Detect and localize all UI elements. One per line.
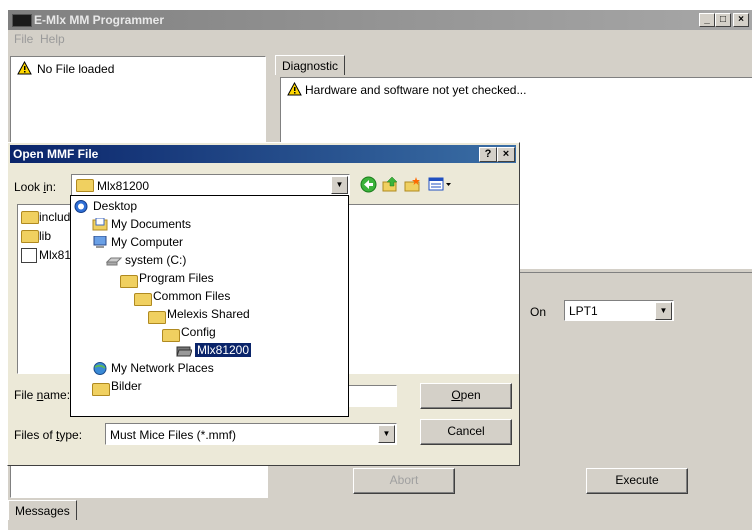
dialog-close-button[interactable]: × [497,147,515,162]
filetype-value: Must Mice Files (*.mmf) [110,428,236,442]
folder-icon [92,380,110,396]
file-status-panel: No File loaded [10,56,266,148]
lookin-select[interactable]: Mlx81200 ▼ [71,174,350,196]
help-button[interactable]: ? [479,147,497,162]
desktop-icon [74,200,90,214]
dropdown-item-config[interactable]: Config [162,324,216,342]
dropdown-item-common-files[interactable]: Common Files [134,288,230,306]
lookin-label: Look in: [14,180,57,194]
app-icon [12,14,32,27]
list-item[interactable]: lib [21,229,51,244]
port-select[interactable]: LPT1 ▼ [564,300,674,321]
up-folder-icon[interactable] [382,176,399,196]
menubar: File Help [8,30,752,46]
list-item[interactable]: include [21,210,77,225]
computer-icon [92,235,108,249]
open-button[interactable]: Open [420,383,512,409]
filename-label: File name: [14,388,71,402]
tab-diagnostic[interactable]: Diagnostic [275,55,346,75]
main-window-title: E-Mlx MM Programmer [34,13,165,27]
menu-help[interactable]: Help [40,32,65,46]
chevron-down-icon[interactable]: ▼ [378,425,395,443]
new-folder-icon[interactable] [404,176,421,196]
dropdown-item-system-c[interactable]: system (C:) [105,252,186,269]
cancel-button[interactable]: Cancel [420,419,512,445]
dropdown-item-mlx81200[interactable]: Mlx81200 [176,342,252,359]
execute-button[interactable]: Execute [586,468,688,494]
dropdown-item-program-files[interactable]: Program Files [120,270,214,288]
filename-input[interactable] [348,385,397,407]
lookin-folder-icon [76,178,94,193]
filetype-select[interactable]: Must Mice Files (*.mmf) ▼ [105,423,397,445]
close-button[interactable]: × [733,13,749,27]
list-item[interactable]: Mlx81 [21,248,71,263]
dropdown-item-melexis-shared[interactable]: Melexis Shared [148,306,250,324]
dropdown-item-my-documents[interactable]: My Documents [92,216,191,233]
minimize-button[interactable]: _ [699,13,715,27]
chevron-down-icon[interactable]: ▼ [331,176,348,194]
abort-button[interactable]: Abort [353,468,455,494]
network-icon [92,362,108,376]
port-label: On [530,305,547,319]
lookin-value: Mlx81200 [97,179,150,193]
dialog-titlebar[interactable]: Open MMF File ? × [10,145,516,163]
folder-icon [148,308,166,324]
warning-icon [17,61,32,75]
main-titlebar[interactable]: E-Mlx MM Programmer _ □ × [8,10,752,30]
lookin-dropdown[interactable]: Desktop My Documents My Computer system … [70,195,349,417]
menu-file[interactable]: File [14,32,33,46]
dropdown-item-my-computer[interactable]: My Computer [92,234,183,251]
dialog-title: Open MMF File [13,147,99,161]
filetype-label: Files of type: [14,428,83,442]
diagnostic-message: Hardware and software not yet checked... [305,83,527,97]
dropdown-item-my-network-places[interactable]: My Network Places [92,360,214,377]
folder-icon [120,272,138,288]
documents-icon [92,217,108,231]
dropdown-item-bilder[interactable]: Bilder [92,378,142,396]
file-icon [21,248,37,263]
back-icon[interactable] [360,176,377,196]
maximize-button[interactable]: □ [715,13,731,27]
chevron-down-icon[interactable]: ▼ [655,302,672,320]
tab-messages[interactable]: Messages [8,500,77,520]
drive-icon [105,254,123,267]
port-select-value: LPT1 [569,304,598,318]
warning-icon [287,82,302,96]
dropdown-item-desktop[interactable]: Desktop [74,198,137,215]
folder-icon [134,290,152,306]
file-status-text: No File loaded [37,62,115,76]
view-menu-icon[interactable] [428,176,452,196]
open-folder-icon [176,344,193,357]
folder-icon [162,326,180,342]
